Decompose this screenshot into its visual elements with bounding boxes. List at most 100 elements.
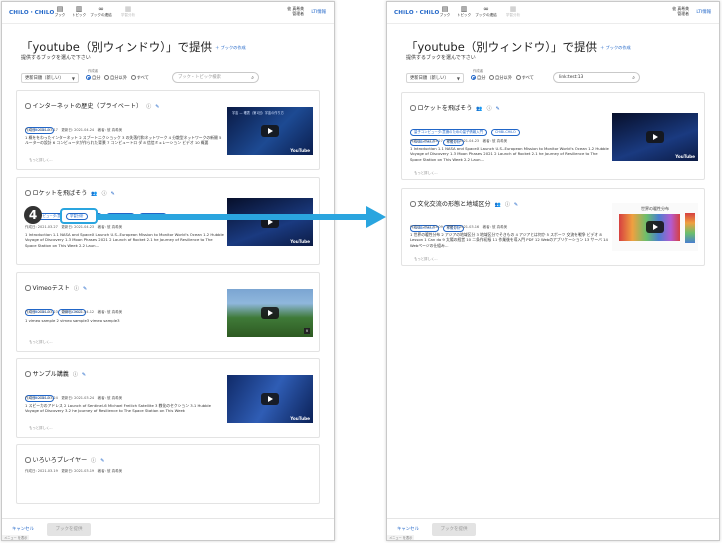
- video-thumbnail[interactable]: 世界の暖性分布: [612, 203, 698, 251]
- right-screen: CHiLO・CHiLO ▤ ブック ▥ トピック ∞ ブックの連結 ▦ 学習分析 彼 真…: [386, 1, 720, 541]
- radio-others[interactable]: 自分以外: [103, 75, 127, 81]
- fullscreen-icon[interactable]: v: [304, 328, 310, 334]
- play-icon[interactable]: [261, 125, 279, 137]
- more-link[interactable]: もっと詳しく...: [29, 425, 53, 430]
- radio-self[interactable]: 自分: [471, 75, 486, 81]
- info-icon[interactable]: ⓘ: [91, 458, 96, 464]
- more-link[interactable]: もっと詳しく...: [29, 339, 53, 344]
- lti-info-link[interactable]: LTI情報: [696, 9, 711, 15]
- search-icon[interactable]: ⌕: [251, 73, 254, 83]
- edit-icon[interactable]: ✎: [82, 372, 86, 378]
- left-screen: CHiLO・CHiLO ▤ ブック ▥ トピック ∞ ブックの連結 ▦ 学習分析 彼 真…: [1, 1, 335, 541]
- group-icon: 👥: [494, 202, 501, 208]
- select-radio[interactable]: [25, 457, 31, 463]
- link-icon: ∞: [98, 5, 104, 13]
- edit-icon[interactable]: ✎: [83, 286, 87, 292]
- select-radio[interactable]: [410, 105, 416, 111]
- select-radio[interactable]: [410, 201, 416, 207]
- book-meta: 作成日: 2021.03.17 更新日: 2021.04.24 著者: 彼 真希…: [25, 128, 123, 132]
- group-icon: 👥: [476, 106, 483, 112]
- arrow-right-icon: [366, 206, 386, 228]
- lti-info-link[interactable]: LTI情報: [311, 9, 326, 15]
- app-logo[interactable]: CHiLO・CHiLO: [394, 8, 439, 16]
- video-thumbnail[interactable]: YouTube: [612, 113, 698, 161]
- add-book-link[interactable]: ＋ ブックの作成: [600, 45, 631, 50]
- play-icon[interactable]: [646, 131, 664, 143]
- menu-badge[interactable]: メニュー を表示: [2, 535, 30, 540]
- info-icon[interactable]: ⓘ: [74, 286, 79, 292]
- select-radio[interactable]: [25, 103, 31, 109]
- radio-all[interactable]: すべて: [130, 75, 149, 81]
- radio-others[interactable]: 自分以外: [488, 75, 512, 81]
- app-logo[interactable]: CHiLO・CHiLO: [9, 8, 54, 16]
- book-meta: 作成日: 2021.03.09 更新日: 2021.03.16 著者: 彼 真希…: [410, 225, 508, 229]
- edit-icon[interactable]: ✎: [514, 202, 518, 208]
- nav-topic[interactable]: ▥ トピック: [453, 5, 475, 18]
- creator-filter: 自分 自分以外 すべて: [86, 75, 149, 81]
- search-input[interactable]: ブック・トピック検索 ⌕: [172, 72, 259, 83]
- user-info[interactable]: 彼 真希美 管理者: [672, 6, 689, 16]
- sort-select[interactable]: 更新日順（新しい） ▼: [21, 73, 79, 83]
- play-icon[interactable]: [261, 307, 279, 319]
- select-radio[interactable]: [25, 285, 31, 291]
- user-info[interactable]: 彼 真希美 管理者: [287, 6, 304, 16]
- video-thumbnail[interactable]: v: [227, 289, 313, 337]
- book-card[interactable]: いろいろプレイヤー ⓘ ✎ 作成日: 2021.03.19 更新日: 2021.03…: [16, 444, 320, 504]
- radio-all[interactable]: すべて: [515, 75, 534, 81]
- arrow-line: [98, 214, 368, 220]
- info-icon[interactable]: ⓘ: [73, 372, 78, 378]
- more-link[interactable]: もっと詳しく...: [414, 256, 438, 261]
- more-link[interactable]: もっと詳しく...: [414, 170, 438, 175]
- book-meta: 作成日: 2021.03.19 更新日: 2021.03.19 著者: 彼 真希…: [25, 469, 123, 473]
- video-thumbnail[interactable]: YouTube: [227, 198, 313, 246]
- nav-topic[interactable]: ▥ トピック: [68, 5, 90, 18]
- creator-filter: 自分 自分以外 すべて: [471, 75, 534, 81]
- cancel-button[interactable]: キャンセル: [397, 526, 419, 532]
- tag[interactable]: 学習分析: [66, 213, 88, 220]
- highlighted-tag[interactable]: 学習分析: [60, 208, 98, 224]
- info-icon[interactable]: ⓘ: [146, 104, 151, 110]
- book-card[interactable]: ロケットを飛ばそう👥ⓘ✎ 量子コンピュータ:意識のための量子情報入門CHiBi-…: [401, 92, 705, 180]
- edit-icon[interactable]: ✎: [496, 106, 500, 112]
- play-icon[interactable]: [261, 393, 279, 405]
- book-meta: 作成日: 2021.03.27 更新日: 2021.04.23 著者: 彼 真希…: [410, 139, 508, 143]
- select-radio[interactable]: [25, 190, 31, 196]
- page-title: 「youtube（別ウィンドウ）」で提供＋ ブックの作成: [406, 40, 631, 54]
- book-card[interactable]: Vimeoテスト ⓘ ✎ CHiBi-CHiLO CHiBi-CHiLO 作成日: 2…: [16, 272, 320, 352]
- info-icon[interactable]: ⓘ: [102, 191, 107, 197]
- link-icon: ∞: [483, 5, 489, 13]
- more-link[interactable]: もっと詳しく...: [29, 157, 53, 162]
- sort-select[interactable]: 更新日順（新しい） ▼: [406, 73, 464, 83]
- play-icon[interactable]: [646, 221, 664, 233]
- book-description: 1 概ををわったインターネット 2 スプートニクショック 3 の失落付和ネットワ…: [25, 135, 222, 146]
- search-icon[interactable]: ⌕: [632, 73, 635, 83]
- book-title: インターネットの歴史（プライベート）: [32, 103, 143, 110]
- search-input[interactable]: link:test:13 ⌕: [553, 72, 640, 83]
- page-subtitle: 提供するブックを選んで下さい: [21, 55, 91, 61]
- edit-icon[interactable]: ✎: [111, 191, 115, 197]
- top-bar: CHiLO・CHiLO ▤ ブック ▥ トピック ∞ ブックの連結 ▦ 学習分析 彼 真…: [387, 2, 719, 24]
- book-card[interactable]: 文化交流の形態と地域区分 👥 ⓘ ✎ CHiBi-CHiLO 学習分析 作成日: 202…: [401, 188, 705, 266]
- select-radio[interactable]: [25, 371, 31, 377]
- creator-filter-label: 作成者: [473, 69, 484, 73]
- step-number-badge: 4: [24, 206, 42, 224]
- video-thumbnail[interactable]: YouTube: [227, 375, 313, 423]
- edit-icon[interactable]: ✎: [100, 458, 104, 464]
- add-book-link[interactable]: ＋ ブックの作成: [215, 45, 246, 50]
- edit-icon[interactable]: ✎: [155, 104, 159, 110]
- footer-bar: キャンセル ブックを提供 メニュー を表示: [387, 518, 719, 540]
- info-icon[interactable]: ⓘ: [505, 202, 510, 208]
- video-thumbnail[interactable]: 宇宙 — 確表（第1回）宇宙の作り方 YouTube: [227, 107, 313, 155]
- book-title: いろいろプレイヤー: [32, 457, 88, 464]
- topic-icon: ▥: [460, 5, 468, 13]
- nav-book-link[interactable]: ∞ ブックの連結: [90, 5, 112, 18]
- book-card[interactable]: サンプル講義 ⓘ ✎ CHiBi-CHiLO 作成日: 2021.03.24 更新日…: [16, 358, 320, 438]
- chevron-down-icon: ▼: [71, 76, 75, 81]
- nav-book-link[interactable]: ∞ ブックの連結: [475, 5, 497, 18]
- tag[interactable]: CHiBi-CHiLO: [490, 129, 520, 136]
- cancel-button[interactable]: キャンセル: [12, 526, 34, 532]
- info-icon[interactable]: ⓘ: [487, 106, 492, 112]
- book-card[interactable]: インターネットの歴史（プライベート） ⓘ ✎ CHiBi-CHiLO 作成日: 20…: [16, 90, 320, 170]
- radio-self[interactable]: 自分: [86, 75, 101, 81]
- menu-badge[interactable]: メニュー を表示: [387, 535, 415, 540]
